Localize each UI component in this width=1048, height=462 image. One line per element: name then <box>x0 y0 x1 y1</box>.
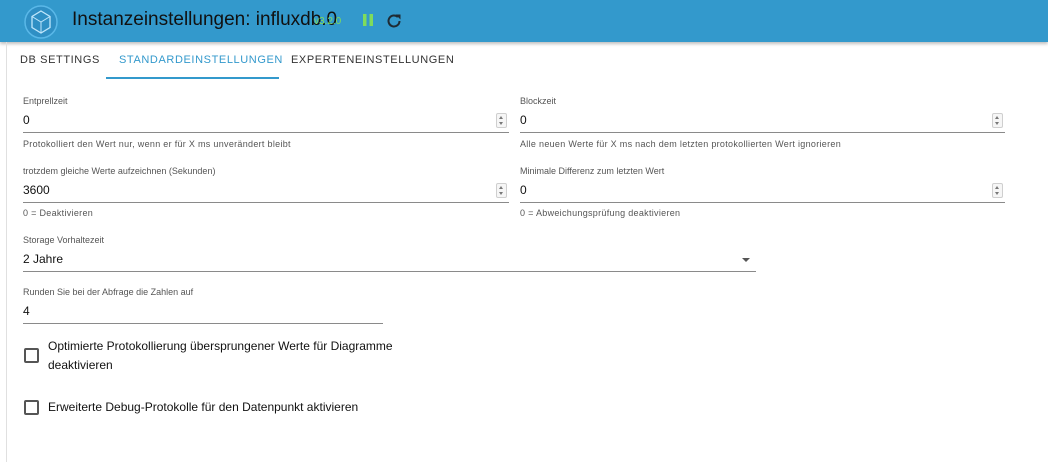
debounce-underline <box>23 132 509 133</box>
debounce-spinner[interactable] <box>496 113 507 128</box>
version-label: v3.2.0 <box>314 16 342 27</box>
blocktime-underline <box>520 132 1005 133</box>
blocktime-input[interactable]: 0 <box>520 113 527 127</box>
tab-bar: DB SETTINGS STANDARDEINSTELLUNGEN EXPERT… <box>7 42 1048 80</box>
retention-label: Storage Vorhaltezeit <box>23 235 105 245</box>
same-values-helper: 0 = Deaktivieren <box>23 208 94 218</box>
retention-underline <box>23 271 756 272</box>
blocktime-helper: Alle neuen Werte für X ms nach dem letzt… <box>520 139 842 149</box>
tab-experteneinstellungen[interactable]: EXPERTENEINSTELLUNGEN <box>291 54 454 66</box>
page-title: Instanzeinstellungen: influxdb.0 <box>72 9 338 30</box>
reload-icon[interactable] <box>385 12 403 30</box>
round-input[interactable]: 4 <box>23 304 30 318</box>
optimized-logging-label-line1: Optimierte Protokollierung übersprungene… <box>48 339 393 353</box>
blocktime-label: Blockzeit <box>520 96 557 106</box>
tab-standardeinstellungen[interactable]: STANDARDEINSTELLUNGEN <box>119 54 283 66</box>
title-bar: Instanzeinstellungen: influxdb.0 v3.2.0 <box>0 0 1048 42</box>
blocktime-spinner[interactable] <box>992 113 1003 128</box>
active-tab-indicator <box>106 77 279 79</box>
chevron-down-icon[interactable] <box>742 258 750 262</box>
same-values-input[interactable]: 3600 <box>23 183 50 197</box>
debounce-label: Entprellzeit <box>23 96 68 106</box>
min-diff-label: Minimale Differenz zum letzten Wert <box>520 166 665 176</box>
hexagon-logo-icon <box>24 5 58 39</box>
same-values-label: trotzdem gleiche Werte aufzeichnen (Seku… <box>23 166 216 176</box>
pause-icon[interactable] <box>362 13 374 27</box>
same-values-spinner[interactable] <box>496 183 507 198</box>
round-underline <box>23 323 383 324</box>
min-diff-spinner[interactable] <box>992 183 1003 198</box>
debug-logs-checkbox[interactable] <box>24 400 39 415</box>
min-diff-input[interactable]: 0 <box>520 183 527 197</box>
debounce-helper: Protokolliert den Wert nur, wenn er für … <box>23 139 291 149</box>
min-diff-underline <box>520 202 1005 203</box>
debug-logs-label: Erweiterte Debug-Protokolle für den Date… <box>48 400 359 414</box>
retention-select[interactable]: 2 Jahre <box>23 252 63 266</box>
min-diff-helper: 0 = Abweichungsprüfung deaktivieren <box>520 208 681 218</box>
optimized-logging-checkbox[interactable] <box>24 348 39 363</box>
optimized-logging-label: Optimierte Protokollierung übersprungene… <box>48 337 393 375</box>
optimized-logging-label-line2: deaktivieren <box>48 358 113 372</box>
debounce-input[interactable]: 0 <box>23 113 30 127</box>
settings-panel: DB SETTINGS STANDARDEINSTELLUNGEN EXPERT… <box>6 42 1048 462</box>
round-label: Runden Sie bei der Abfrage die Zahlen au… <box>23 287 194 297</box>
tab-db-settings[interactable]: DB SETTINGS <box>20 54 100 66</box>
same-values-underline <box>23 202 509 203</box>
